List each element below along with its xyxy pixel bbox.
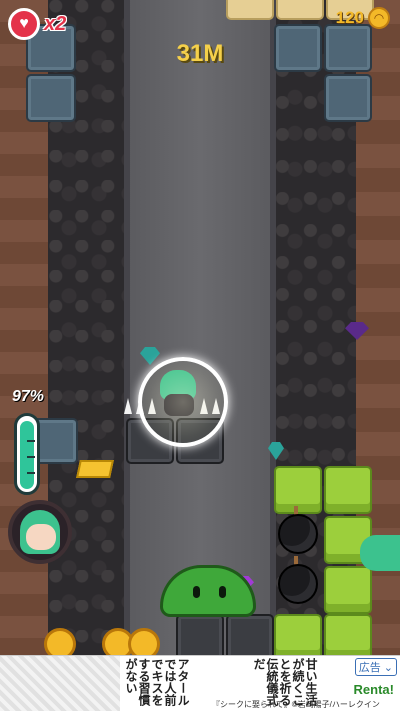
coin-count: 120 bbox=[335, 8, 364, 27]
spike-icon bbox=[124, 398, 132, 414]
gauge-tick bbox=[27, 440, 35, 442]
grass-block bbox=[324, 466, 372, 514]
power-gauge bbox=[14, 413, 40, 495]
coin-counter: 120 ◠ bbox=[336, 7, 390, 29]
gold-coin-icon bbox=[128, 628, 160, 655]
gauge-tick bbox=[27, 472, 35, 474]
dark-block bbox=[226, 614, 274, 655]
grass-block bbox=[274, 466, 322, 514]
slime-eye bbox=[193, 586, 200, 598]
character-portrait-button[interactable] bbox=[8, 500, 72, 564]
stone-block bbox=[26, 74, 76, 122]
ad-brand: Renta! bbox=[353, 682, 394, 697]
stone-block bbox=[274, 24, 322, 72]
game-viewport[interactable]: ♥ x2 120 ◠ 31M 97% bbox=[0, 0, 400, 655]
ad-banner[interactable]: アタールでは人前でキスをする習慣がない 甘い生活が続くことを祈る伝統儀式だ 広告… bbox=[0, 655, 400, 711]
dark-block bbox=[176, 614, 224, 655]
ad-credit: 『シークに娶られて』©岩崎陽子/ハーレクイン bbox=[212, 700, 380, 709]
ad-illustration bbox=[0, 656, 120, 711]
bomb-icon bbox=[278, 514, 318, 554]
slime-eye bbox=[219, 586, 226, 598]
grass-block bbox=[274, 614, 322, 655]
depth-meter: 31M bbox=[176, 40, 224, 67]
ad-tag[interactable]: 広告 ⌄ bbox=[354, 658, 397, 676]
grass-block bbox=[324, 566, 372, 614]
grass-block bbox=[324, 614, 372, 655]
mine-shaft bbox=[124, 0, 276, 655]
player-shield-bubble bbox=[138, 357, 228, 447]
bomb-icon bbox=[278, 564, 318, 604]
lives-counter: ♥ x2 bbox=[8, 8, 66, 40]
stone-block bbox=[324, 24, 372, 72]
shaft-edge-right bbox=[270, 0, 276, 655]
portrait-face bbox=[26, 524, 56, 550]
side-character-icon bbox=[360, 535, 400, 571]
heart-icon: ♥ bbox=[8, 8, 40, 40]
shaft-edge-left bbox=[124, 0, 130, 655]
sand-block bbox=[276, 0, 324, 20]
lives-text: x2 bbox=[44, 12, 67, 35]
stone-block bbox=[324, 74, 372, 122]
coin-icon: ◠ bbox=[368, 7, 390, 29]
gold-bar-icon bbox=[76, 460, 114, 478]
power-gauge-fill bbox=[20, 421, 34, 489]
gold-coin-icon bbox=[44, 628, 76, 655]
sand-block bbox=[226, 0, 274, 20]
gauge-tick bbox=[27, 456, 35, 458]
ad-text-col1: アタールでは人前でキスをする習慣がない bbox=[124, 658, 190, 706]
gauge-percent: 97% bbox=[12, 388, 45, 405]
